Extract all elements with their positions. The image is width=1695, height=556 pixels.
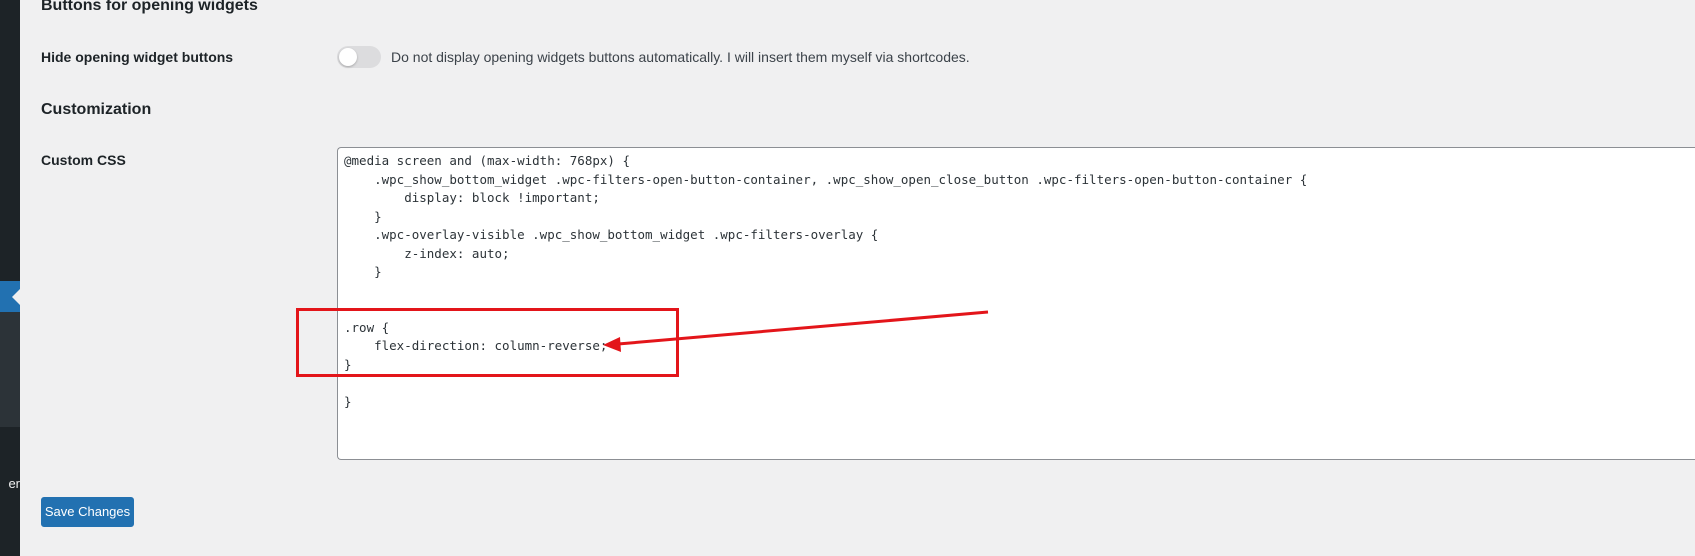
sidebar-active-pointer-icon: [12, 289, 20, 305]
hide-buttons-toggle[interactable]: [337, 46, 381, 68]
sidebar-submenu: [0, 312, 20, 427]
admin-sidebar: er: [0, 0, 20, 556]
hide-buttons-description: Do not display opening widgets buttons a…: [391, 49, 970, 65]
toggle-knob: [339, 48, 357, 66]
section-heading-buttons: Buttons for opening widgets: [41, 0, 258, 14]
hide-buttons-label: Hide opening widget buttons: [41, 49, 234, 65]
sidebar-item-label[interactable]: er: [0, 476, 20, 491]
save-changes-button[interactable]: Save Changes: [41, 497, 134, 527]
annotation-highlight-box: [296, 308, 679, 377]
section-heading-customization: Customization: [41, 101, 152, 118]
custom-css-textarea[interactable]: @media screen and (max-width: 768px) { .…: [337, 147, 1695, 460]
custom-css-label: Custom CSS: [41, 152, 126, 168]
settings-page: er Buttons for opening widgets Hide open…: [0, 0, 1695, 556]
